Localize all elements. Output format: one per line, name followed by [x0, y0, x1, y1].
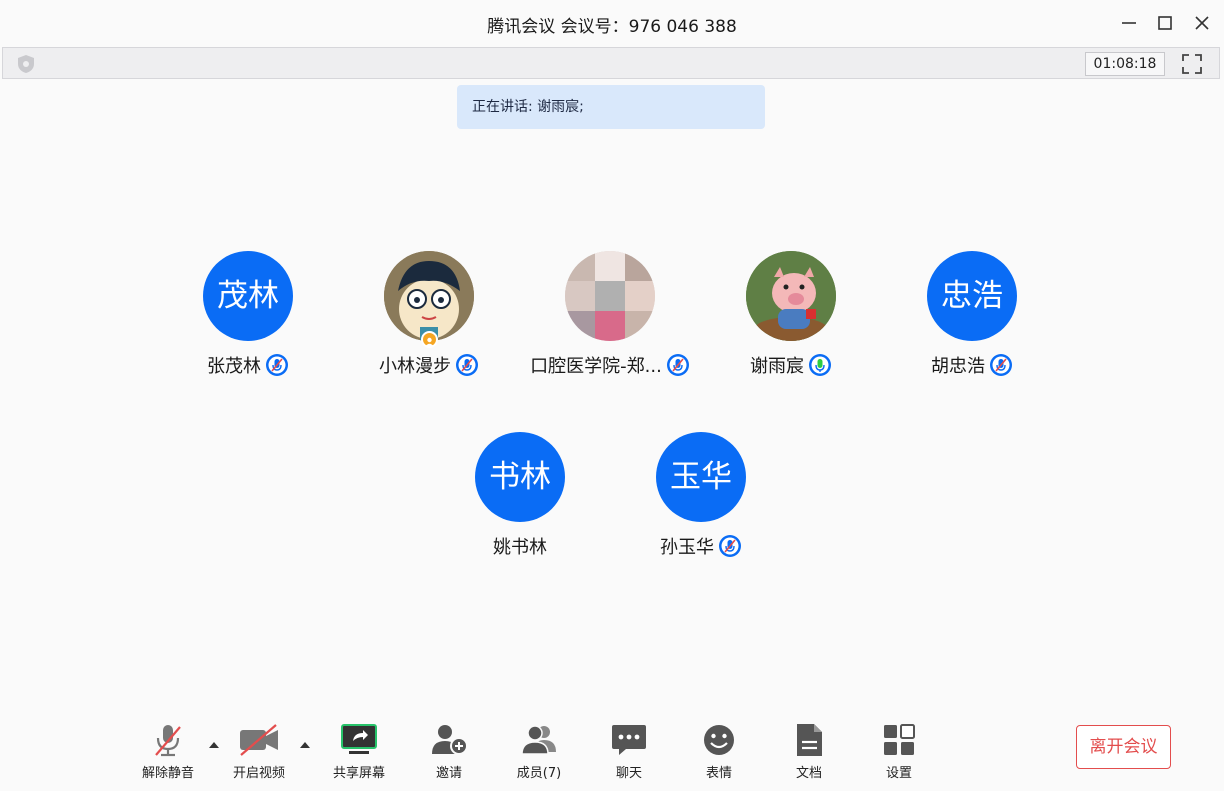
- emoji-icon: [704, 725, 734, 755]
- avatar: [746, 251, 836, 341]
- participant-name: 小林漫步: [379, 356, 451, 377]
- avatar: [384, 251, 474, 341]
- avatar: [565, 251, 655, 341]
- document-icon: [797, 724, 822, 756]
- participant-name: 口腔医学院-郑...: [530, 356, 662, 377]
- video-off-icon: [240, 724, 278, 756]
- docs-button[interactable]: 文档: [773, 722, 845, 784]
- start-video-button[interactable]: 开启视频: [223, 722, 295, 784]
- participant-tile[interactable]: 忠浩 胡忠浩: [882, 251, 1062, 391]
- mic-muted-icon: [265, 353, 289, 377]
- settings-button[interactable]: 设置: [863, 722, 935, 784]
- mic-active-icon: [808, 353, 832, 377]
- mic-off-icon: [155, 725, 181, 757]
- participant-tile[interactable]: 口腔医学院-郑...: [520, 251, 700, 391]
- participant-name: 孙玉华: [660, 537, 714, 558]
- info-bar: 01:08:18: [2, 47, 1220, 79]
- chat-button[interactable]: 聊天: [593, 722, 665, 784]
- share-screen-button[interactable]: 共享屏幕: [323, 722, 395, 784]
- audio-options-caret-icon[interactable]: [207, 734, 221, 748]
- participant-tile[interactable]: 书林 姚书林: [430, 432, 610, 572]
- avatar: 玉华: [656, 432, 746, 522]
- leave-meeting-button[interactable]: 离开会议: [1076, 725, 1171, 769]
- emoji-label: 表情: [705, 766, 732, 781]
- video-options-caret-icon[interactable]: [298, 734, 312, 748]
- avatar: 忠浩: [927, 251, 1017, 341]
- chat-label: 聊天: [615, 766, 642, 781]
- docs-label: 文档: [795, 766, 822, 781]
- share-screen-icon: [341, 724, 377, 754]
- avatar: 书林: [475, 432, 565, 522]
- emoji-button[interactable]: 表情: [683, 722, 755, 784]
- participant-name: 张茂林: [207, 356, 261, 377]
- window-title: 腾讯会议 会议号：976 046 388: [487, 17, 737, 37]
- chat-icon: [612, 725, 646, 755]
- fullscreen-icon[interactable]: [1181, 53, 1203, 75]
- mic-muted-icon: [718, 534, 742, 558]
- maximize-icon[interactable]: [1154, 12, 1176, 34]
- participant-tile[interactable]: 玉华 孙玉华: [611, 432, 791, 572]
- start-video-label: 开启视频: [232, 766, 285, 781]
- members-button[interactable]: 成员(7): [503, 722, 575, 784]
- shield-icon[interactable]: [16, 54, 36, 74]
- grid-settings-icon: [884, 724, 915, 755]
- participant-name: 胡忠浩: [931, 356, 985, 377]
- unmute-label: 解除静音: [141, 766, 194, 781]
- participant-tile[interactable]: 茂林 张茂林: [158, 251, 338, 391]
- bottom-toolbar: 解除静音 开启视频 共享屏幕 邀请 成员(7) 聊天 表情 文档 设置 离开会议: [0, 712, 1224, 791]
- participant-name: 谢雨宸: [750, 356, 804, 377]
- members-icon: [521, 725, 556, 755]
- host-badge: [421, 331, 438, 348]
- invite-label: 邀请: [435, 766, 462, 781]
- invite-button[interactable]: 邀请: [413, 722, 485, 784]
- meeting-timer: 01:08:18: [1085, 52, 1165, 76]
- members-label: 成员(7): [516, 766, 562, 781]
- speaking-banner: 正在讲话: 谢雨宸;: [457, 85, 765, 129]
- minimize-icon[interactable]: [1118, 12, 1140, 34]
- avatar: 茂林: [203, 251, 293, 341]
- mic-muted-icon: [666, 353, 690, 377]
- settings-label: 设置: [885, 766, 912, 781]
- add-user-icon: [432, 725, 468, 755]
- mic-muted-icon: [989, 353, 1013, 377]
- title-bar: 腾讯会议 会议号：976 046 388: [0, 0, 1224, 46]
- unmute-button[interactable]: 解除静音: [132, 722, 204, 784]
- mic-muted-icon: [455, 353, 479, 377]
- close-icon[interactable]: [1191, 12, 1213, 34]
- share-screen-label: 共享屏幕: [332, 766, 385, 781]
- participant-name: 姚书林: [493, 537, 547, 558]
- participant-tile[interactable]: 谢雨宸: [701, 251, 881, 391]
- participant-tile[interactable]: 小林漫步: [339, 251, 519, 391]
